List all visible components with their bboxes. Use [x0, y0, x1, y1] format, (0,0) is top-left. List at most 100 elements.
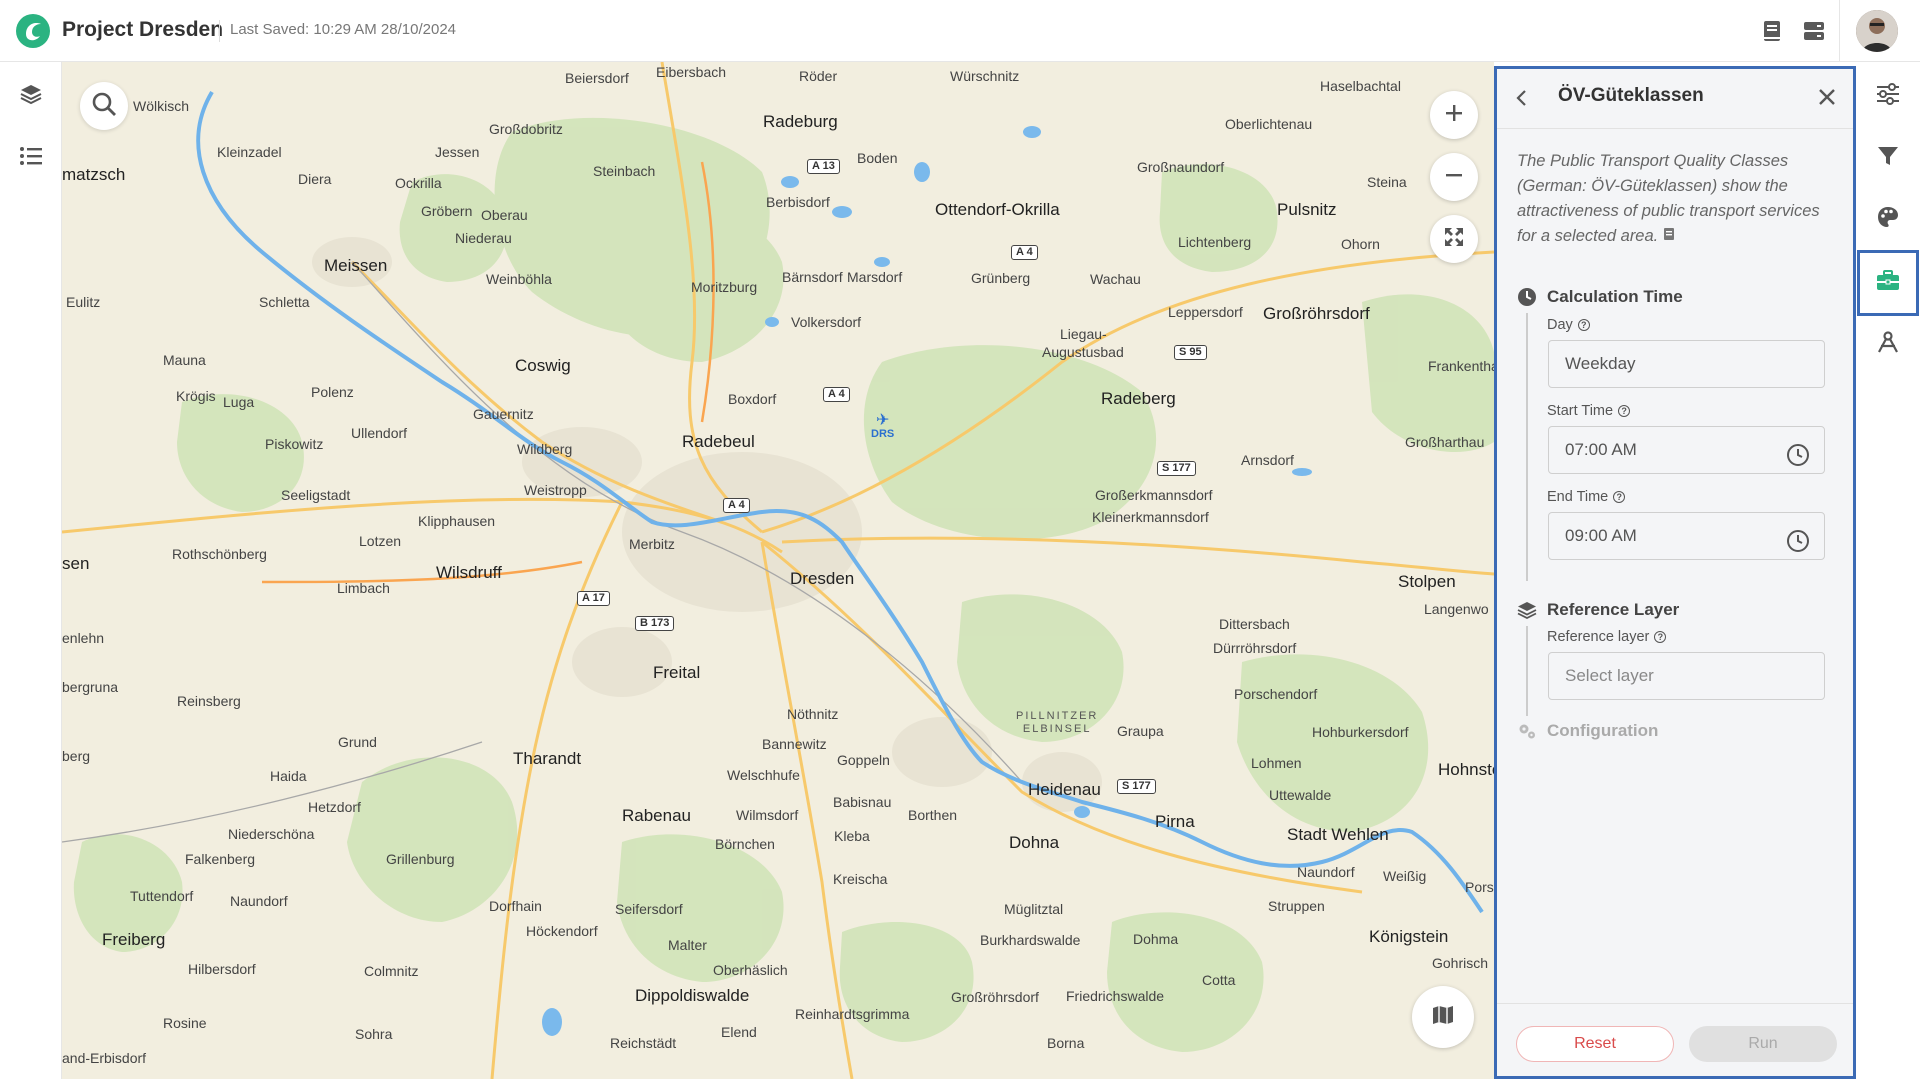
map-place-label: Beiersdorf	[565, 70, 629, 86]
map-place-label: Kleba	[834, 828, 870, 844]
avatar[interactable]	[1856, 10, 1898, 52]
map-place-label: Oberau	[481, 207, 528, 223]
map-place-label: Reichstädt	[610, 1035, 677, 1051]
map-place-label: Stolpen	[1398, 572, 1456, 591]
toolbox-icon[interactable]	[1874, 267, 1902, 295]
map-place-label: Reinhardtsgrimma	[795, 1006, 910, 1022]
map-place-label: Dittersbach	[1219, 616, 1290, 632]
road-shield: A 13	[807, 159, 840, 174]
close-icon[interactable]	[1815, 85, 1839, 109]
map-place-label: Oberlichtenau	[1225, 116, 1313, 132]
map-place-label: Dorfhain	[489, 898, 542, 914]
zoom-in-button[interactable]	[1430, 91, 1478, 139]
back-arrow-icon[interactable]	[1511, 87, 1533, 109]
help-icon[interactable]: ?	[1613, 491, 1626, 503]
map-place-label: Volkersdorf	[791, 314, 862, 330]
map-place-label: berg	[62, 748, 91, 764]
road-shield: A 4	[1011, 245, 1038, 260]
map-place-label: Ohorn	[1341, 236, 1380, 252]
day-select[interactable]: Weekday	[1548, 340, 1825, 388]
configuration-heading[interactable]: Configuration	[1547, 721, 1658, 741]
palette-icon[interactable]	[1874, 203, 1902, 231]
map-canvas[interactable]: Eibersbach Röder Würschnitz Haselbachtal Bei…	[62, 62, 1494, 1079]
map-place-label: Boden	[857, 150, 898, 166]
clock-icon[interactable]	[1786, 525, 1810, 552]
map-place-label: Arnsdorf	[1241, 452, 1294, 468]
fullscreen-button[interactable]	[1430, 215, 1478, 263]
end-time-input[interactable]: 09:00 AM	[1548, 512, 1825, 560]
map-place-label: Lotzen	[359, 533, 402, 549]
layers-icon[interactable]	[17, 80, 45, 108]
map-place-label: Klipphausen	[418, 513, 496, 529]
map-place-label: matzsch	[62, 165, 126, 184]
app-header: Project Dresden Last Saved: 10:29 AM 28/…	[0, 0, 1920, 62]
map-place-label: Gauernitz	[473, 406, 534, 422]
map-place-label: Nöthnitz	[787, 706, 839, 722]
panel-footer-divider	[1497, 1003, 1853, 1004]
map-place-label: Stadt Wehlen	[1287, 825, 1389, 844]
map-place-label: Naundorf	[1297, 864, 1355, 880]
basemap-button[interactable]	[1412, 986, 1474, 1048]
start-time-label-text: Start Time	[1547, 403, 1614, 419]
map-place-label: Hilbersdorf	[188, 961, 256, 977]
help-icon[interactable]: ?	[1654, 631, 1667, 643]
calculation-time-heading: Calculation Time	[1547, 287, 1683, 306]
book-icon[interactable]	[1758, 17, 1786, 45]
reset-button[interactable]: Reset	[1516, 1026, 1674, 1062]
map-place-label: Cotta	[1202, 972, 1236, 988]
road-shield: A 4	[823, 387, 850, 402]
map-place-label: Welschhufe	[727, 767, 800, 783]
map-place-label: Jessen	[435, 144, 480, 160]
map-place-label: Kleinzadel	[217, 144, 282, 160]
map-place-label: Königstein	[1369, 927, 1449, 946]
start-time-input[interactable]: 07:00 AM	[1548, 426, 1825, 474]
map-place-label: Wilsdruff	[436, 563, 502, 582]
map-place-label: Dresden	[790, 569, 855, 588]
map-place-label: Dippoldiswalde	[635, 986, 750, 1005]
run-button[interactable]: Run	[1689, 1026, 1837, 1062]
map-place-label: Borna	[1047, 1035, 1085, 1051]
day-label: Day ?	[1547, 317, 1590, 333]
map-place-label: Großharthau	[1405, 434, 1485, 450]
map-search-button[interactable]	[80, 82, 128, 130]
zoom-out-button[interactable]	[1430, 153, 1478, 201]
help-icon[interactable]: ?	[1618, 405, 1631, 417]
map-place-label: Leppersdorf	[1168, 304, 1243, 320]
clock-icon[interactable]	[1786, 439, 1810, 466]
map-place-label: Rabenau	[622, 806, 692, 825]
map-place-label: Schletta	[259, 294, 310, 310]
filter-icon[interactable]	[1874, 142, 1902, 170]
road-shield: A 17	[577, 591, 610, 606]
map-place-label: Graupa	[1117, 723, 1164, 739]
map-place-label: Eulitz	[66, 294, 101, 310]
end-time-label: End Time ?	[1547, 489, 1626, 505]
map-place-label: Hetzdorf	[308, 799, 361, 815]
map-place-label: Freital	[653, 663, 701, 682]
reference-layer-select[interactable]: Select layer	[1548, 652, 1825, 700]
settings-sliders-icon[interactable]	[1874, 80, 1902, 108]
storage-icon[interactable]	[1800, 17, 1828, 45]
map-place-label: Bannewitz	[762, 736, 827, 752]
right-toolbar	[1856, 62, 1920, 1079]
map-place-label: Radebeul	[682, 432, 755, 451]
list-icon[interactable]	[17, 142, 45, 170]
map-place-label: Moritzburg	[691, 279, 758, 295]
map-place-label: Elend	[721, 1024, 757, 1040]
map-place-label: Bärnsdorf	[782, 269, 843, 285]
project-title[interactable]: Project Dresden	[62, 18, 223, 42]
map-place-label: Haida	[270, 768, 307, 784]
docs-book-icon[interactable]	[1663, 224, 1675, 249]
map-place-label: Pulsnitz	[1277, 200, 1337, 219]
app-logo-icon[interactable]	[14, 12, 52, 50]
map-place-label: Freiberg	[102, 930, 166, 949]
map-place-label: Wilmsdorf	[736, 807, 799, 823]
analysis-icon[interactable]	[1874, 329, 1902, 357]
map-place-label: Weinböhla	[486, 271, 552, 287]
help-icon[interactable]: ?	[1577, 319, 1590, 331]
map-place-label: Börnchen	[715, 836, 775, 852]
map-place-label: Hohburkersdorf	[1312, 724, 1409, 740]
map-place-label: Ullendorf	[351, 425, 408, 441]
map-place-label: Niederau	[455, 230, 512, 246]
end-time-value: 09:00 AM	[1565, 526, 1637, 545]
map-place-label: Radeberg	[1101, 389, 1176, 408]
